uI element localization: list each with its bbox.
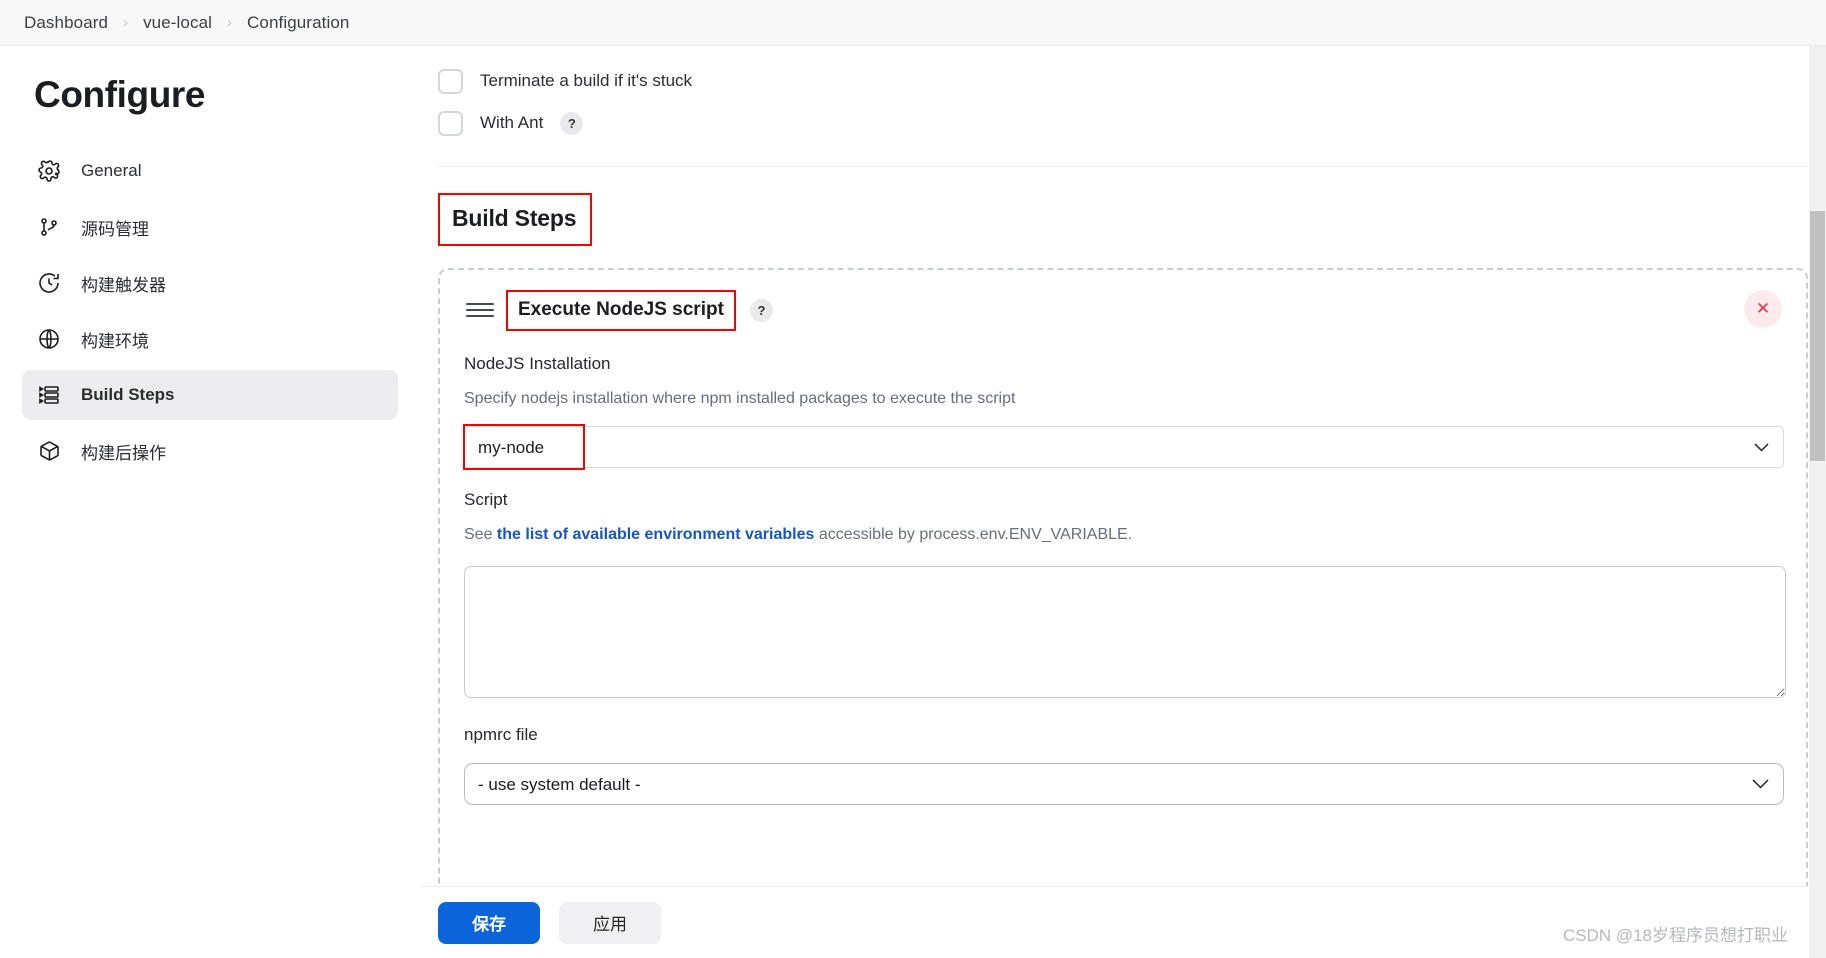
sidebar-item-label: 构建环境 bbox=[81, 331, 149, 351]
sidebar-item-source-code-management[interactable]: 源码管理 bbox=[22, 202, 398, 252]
main-content: Terminate a build if it's stuck With Ant… bbox=[420, 46, 1826, 958]
build-step-card: Execute NodeJS script ? ✕ NodeJS Install… bbox=[438, 268, 1808, 908]
breadcrumb: Dashboard › vue-local › Configuration bbox=[0, 0, 1826, 46]
build-step-title: Execute NodeJS script bbox=[518, 298, 724, 320]
scrollbar-thumb[interactable] bbox=[1810, 211, 1825, 461]
watermark: CSDN @18岁程序员想打职业 bbox=[1562, 926, 1788, 945]
vertical-scrollbar[interactable] bbox=[1809, 46, 1826, 958]
page-title: Configure bbox=[34, 74, 206, 115]
gear-icon bbox=[36, 158, 62, 184]
terminate-stuck-build-checkbox[interactable] bbox=[438, 68, 463, 94]
npmrc-file-select[interactable]: - use system default - bbox=[464, 763, 1784, 805]
with-ant-checkbox[interactable] bbox=[438, 110, 463, 136]
close-icon: ✕ bbox=[1755, 299, 1771, 318]
build-step-header: Execute NodeJS script ? ✕ bbox=[462, 288, 1784, 332]
section-divider bbox=[438, 166, 1808, 167]
nodejs-installation-description: Specify nodejs installation where npm in… bbox=[464, 390, 1016, 407]
package-icon bbox=[36, 438, 62, 464]
checkbox-label: Terminate a build if it's stuck bbox=[480, 71, 693, 90]
checkbox-row-terminate-stuck-build: Terminate a build if it's stuck bbox=[438, 60, 1826, 102]
config-form: Terminate a build if it's stuck With Ant… bbox=[420, 46, 1826, 908]
script-description-prefix: See bbox=[464, 526, 497, 543]
help-icon[interactable]: ? bbox=[749, 298, 773, 322]
npmrc-file-select-wrapper: - use system default - bbox=[464, 763, 1784, 805]
save-button[interactable]: 保存 bbox=[438, 901, 540, 944]
apply-button[interactable]: 应用 bbox=[559, 901, 661, 944]
breadcrumb-item-project[interactable]: vue-local bbox=[141, 13, 214, 33]
sidebar-item-build-triggers[interactable]: 构建触发器 bbox=[22, 258, 398, 308]
sidebar-item-build-steps[interactable]: Build Steps bbox=[22, 370, 398, 420]
sidebar-item-label: 构建后操作 bbox=[81, 443, 166, 463]
checkbox-row-with-ant: With Ant ? bbox=[438, 102, 1826, 144]
nodejs-installation-select-wrapper: my-node bbox=[463, 424, 1784, 470]
page-body: Configure General 源码管理 构建触发器 构建环境 Build … bbox=[0, 46, 1826, 958]
sidebar-item-build-environment[interactable]: 构建环境 bbox=[22, 314, 398, 364]
build-step-title-annotation: Execute NodeJS script bbox=[506, 289, 736, 331]
nodejs-installation-label: NodeJS Installation bbox=[464, 354, 611, 373]
remove-step-button[interactable]: ✕ bbox=[1744, 290, 1782, 328]
script-textarea[interactable] bbox=[464, 566, 1786, 698]
sidebar-item-label: 源码管理 bbox=[81, 219, 149, 239]
breadcrumb-item-configuration[interactable]: Configuration bbox=[245, 13, 351, 33]
breadcrumb-item-dashboard[interactable]: Dashboard bbox=[22, 13, 110, 33]
npmrc-file-label: npmrc file bbox=[464, 725, 538, 744]
globe-icon bbox=[36, 326, 62, 352]
script-label: Script bbox=[464, 490, 508, 509]
checkbox-label: With Ant bbox=[480, 113, 544, 132]
list-steps-icon bbox=[36, 382, 62, 408]
sidebar-item-general[interactable]: General bbox=[22, 146, 398, 196]
sidebar-item-post-build-actions[interactable]: 构建后操作 bbox=[22, 426, 398, 476]
sidebar-item-label: 构建触发器 bbox=[81, 275, 166, 295]
build-steps-heading-annotation: Build Steps bbox=[438, 193, 593, 246]
breadcrumb-separator-icon: › bbox=[227, 14, 233, 31]
drag-handle-icon[interactable] bbox=[466, 296, 494, 324]
nodejs-installation-select[interactable]: my-node bbox=[464, 426, 1784, 468]
sidebar-item-label: General bbox=[81, 161, 142, 180]
build-steps-heading: Build Steps bbox=[452, 205, 577, 231]
clock-icon bbox=[36, 270, 62, 296]
breadcrumb-separator-icon: › bbox=[123, 14, 129, 31]
script-description: See the list of available environment va… bbox=[464, 526, 1784, 544]
script-description-suffix: accessible by process.env.ENV_VARIABLE. bbox=[814, 526, 1133, 543]
branch-icon bbox=[36, 214, 62, 240]
sidebar-item-label: Build Steps bbox=[81, 385, 175, 404]
help-icon[interactable]: ? bbox=[560, 111, 584, 135]
sidebar-nav: General 源码管理 构建触发器 构建环境 Build Steps 构建后操… bbox=[0, 146, 420, 476]
sidebar: Configure General 源码管理 构建触发器 构建环境 Build … bbox=[0, 46, 420, 958]
environment-variables-link[interactable]: the list of available environment variab… bbox=[497, 526, 814, 543]
